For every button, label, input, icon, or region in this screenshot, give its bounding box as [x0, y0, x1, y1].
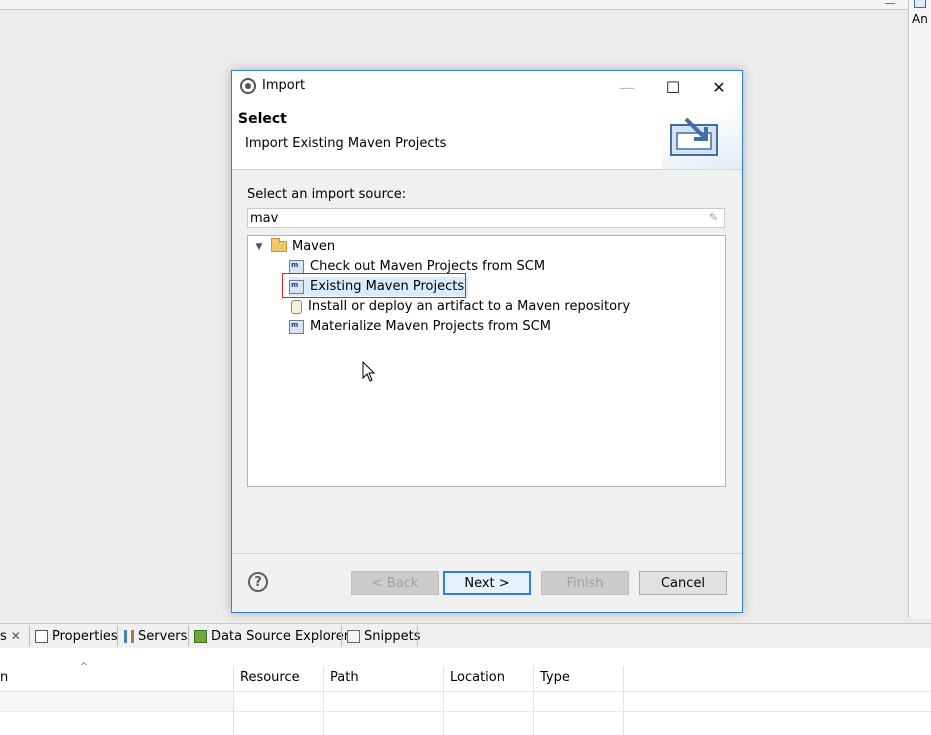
tree-item-label: Install or deploy an artifact to a Maven…	[308, 299, 631, 314]
collapse-arrow-icon[interactable]: ▼	[253, 242, 265, 252]
tree-item-label: Check out Maven Projects from SCM	[310, 259, 546, 274]
finish-button[interactable]: Finish	[541, 571, 629, 595]
tab-properties-label: Properties	[52, 628, 118, 644]
jar-icon	[291, 299, 302, 314]
tab-servers-label: Servers	[138, 628, 188, 644]
clear-filter-icon[interactable]: ✎	[709, 211, 721, 224]
mouse-cursor-icon	[362, 361, 376, 382]
maven-project-icon	[289, 259, 304, 274]
dialog-titlebar[interactable]: Import — ☐ ✕	[232, 71, 742, 103]
next-button[interactable]: Next >	[443, 571, 531, 595]
column-header-resource[interactable]: Resource	[240, 670, 300, 685]
back-button[interactable]: < Back	[351, 571, 439, 595]
database-icon	[194, 629, 207, 643]
footer-divider	[232, 553, 742, 554]
maven-project-icon	[289, 319, 304, 334]
problems-table: ^ n Resource Path Location Type	[0, 648, 931, 735]
column-header-description[interactable]: n	[0, 670, 8, 685]
tree-item-label: Materialize Maven Projects from SCM	[310, 319, 551, 334]
editor-top-bar	[0, 0, 931, 10]
tree-group-maven[interactable]: ▼ Maven	[253, 237, 335, 256]
tab-problems-label: s	[0, 628, 7, 644]
column-header-type[interactable]: Type	[540, 670, 570, 685]
column-header-location[interactable]: Location	[450, 670, 505, 685]
tree-item-install-deploy-artifact[interactable]: Install or deploy an artifact to a Maven…	[289, 297, 630, 316]
close-button[interactable]: ✕	[696, 71, 742, 103]
tab-snippets[interactable]: Snippets	[347, 627, 420, 645]
import-wizard-icon	[662, 103, 742, 169]
wizard-page-title: Select	[238, 111, 287, 127]
outline-view-icon[interactable]	[914, 0, 926, 8]
tab-dse-label: Data Source Explorer	[211, 628, 350, 644]
servers-icon	[124, 629, 134, 643]
right-side-panel: An	[908, 0, 931, 618]
bottom-view-tabs: s ✕ Properties Servers Data Source Explo…	[0, 623, 931, 649]
import-dialog: Import — ☐ ✕ Select Import Existing Mave…	[231, 70, 743, 613]
open-folder-icon	[271, 238, 287, 252]
dialog-title: Import	[262, 78, 306, 93]
eclipse-icon	[240, 78, 256, 94]
import-source-label: Select an import source:	[247, 187, 407, 202]
tab-problems[interactable]: s ✕	[0, 627, 21, 645]
close-icon[interactable]: ✕	[11, 629, 21, 643]
properties-icon	[35, 629, 48, 643]
table-row[interactable]	[0, 692, 233, 712]
tab-data-source-explorer[interactable]: Data Source Explorer	[194, 627, 349, 645]
help-icon[interactable]: ?	[248, 572, 268, 592]
tree-group-label: Maven	[292, 239, 336, 254]
filter-input[interactable]	[247, 208, 725, 228]
tree-item-materialize-scm[interactable]: Materialize Maven Projects from SCM	[289, 317, 551, 336]
tab-snippets-label: Snippets	[364, 628, 421, 644]
maximize-button[interactable]: ☐	[650, 71, 696, 103]
column-header-path[interactable]: Path	[330, 670, 359, 685]
right-panel-label: An	[912, 12, 928, 26]
minimize-view-icon[interactable]	[885, 0, 895, 4]
selection-highlight-box	[282, 273, 466, 298]
wizard-header: Select Import Existing Maven Projects	[232, 103, 742, 170]
snippets-icon	[347, 629, 360, 643]
cancel-button[interactable]: Cancel	[639, 571, 727, 595]
tab-servers[interactable]: Servers	[124, 627, 187, 645]
sort-indicator-icon: ^	[80, 662, 88, 672]
minimize-button[interactable]: —	[604, 71, 650, 103]
wizard-page-description: Import Existing Maven Projects	[245, 136, 447, 151]
tab-properties[interactable]: Properties	[35, 627, 118, 645]
